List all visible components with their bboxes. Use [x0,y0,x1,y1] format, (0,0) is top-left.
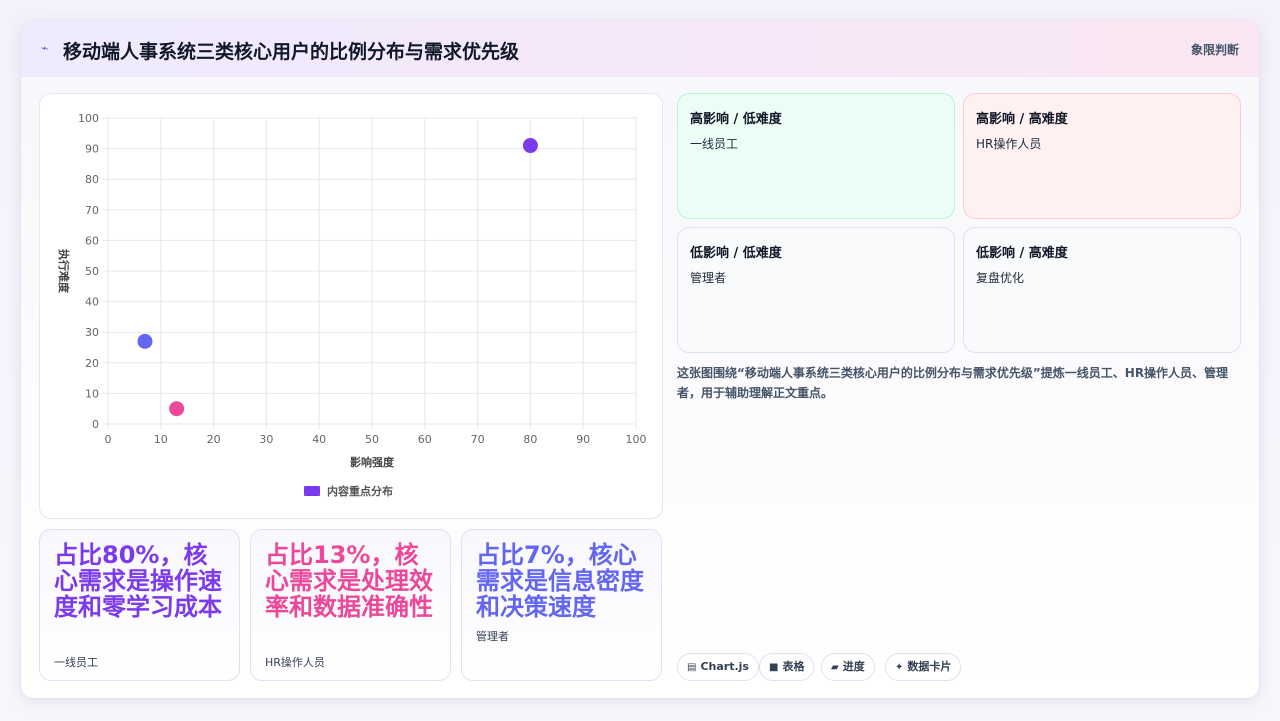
chip-label: Chart.js [700,660,749,673]
quadrant-item: 一线员工 [690,137,739,151]
y-tick-label: 50 [85,265,99,278]
y-tick-label: 20 [85,357,99,370]
chip-label: 进度 [842,660,865,673]
legend-label: 内容重点分布 [327,484,393,498]
stat-user: 管理者 [476,630,509,643]
stat-headline: 占比13%，核心需求是处理效率和数据准确性 [265,541,433,621]
stat-headline: 占比7%，核心需求是信息密度和决策速度 [476,541,644,621]
sparkle-icon: ✦ [895,662,904,673]
quadrant-title: 高影响 / 高难度 [976,112,1068,127]
chip-label: 表格 [782,660,805,673]
bolt-icon: ⌁ [41,41,49,55]
y-tick-label: 100 [78,112,99,125]
x-tick-label: 80 [523,433,537,446]
stat-card-hr: 占比13%，核心需求是处理效率和数据准确性 HR操作人员 [250,529,451,681]
quadrant-high-impact-high-difficulty: 高影响 / 高难度 HR操作人员 [963,93,1241,219]
y-tick-label: 60 [85,234,99,247]
data-point [522,138,538,154]
x-tick-label: 20 [207,433,221,446]
quadrant-low-impact-low-difficulty: 低影响 / 低难度 管理者 [677,227,955,353]
quadrant-low-impact-high-difficulty: 低影响 / 高难度 复盘优化 [963,227,1241,353]
quadrant-title: 高影响 / 低难度 [690,112,782,127]
progress-icon: ▰ [831,662,839,673]
legend-swatch [304,486,320,496]
stat-card-frontline: 占比80%，核心需求是操作速度和零学习成本 一线员工 [39,529,240,681]
chip-progress[interactable]: ▰ 进度 [821,653,875,681]
y-tick-label: 40 [85,296,99,309]
chart-description: 这张图围绕“移动端人事系统三类核心用户的比例分布与需求优先级”提炼一线员工、HR… [677,366,1229,400]
chip-table[interactable]: ■ 表格 [759,653,815,681]
stat-user: 一线员工 [54,656,98,669]
y-tick-label: 70 [85,204,99,217]
chip-data-card[interactable]: ✦ 数据卡片 [885,653,962,681]
table-icon: ■ [769,662,779,673]
quadrant-item: 复盘优化 [976,271,1025,285]
quadrant-high-impact-low-difficulty: 高影响 / 低难度 一线员工 [677,93,955,219]
header-bar: ⌁ 移动端人事系统三类核心用户的比例分布与需求优先级 象限判断 [21,21,1259,77]
stat-headline: 占比80%，核心需求是操作速度和零学习成本 [54,541,222,621]
y-tick-label: 90 [85,143,99,156]
y-tick-label: 30 [85,326,99,339]
x-axis-label: 影响强度 [350,455,395,469]
y-tick-label: 80 [85,173,99,186]
quadrant-title: 低影响 / 高难度 [976,246,1068,261]
scatter-chart: 0 10 20 30 40 50 60 70 80 90 100 0 10 20 30 40 50 60 70 80 9… [57,112,647,498]
x-tick-label: 40 [312,433,326,446]
chip-label: 数据卡片 [907,660,952,673]
page-title: 移动端人事系统三类核心用户的比例分布与需求优先级 [63,41,520,63]
report-frame: ⌁ 移动端人事系统三类核心用户的比例分布与需求优先级 象限判断 0 10 20 30 4… [20,20,1260,699]
y-tick-label: 0 [92,418,99,431]
x-tick-label: 60 [418,433,432,446]
x-tick-label: 70 [471,433,485,446]
quadrant-item: 管理者 [690,271,727,285]
x-tick-label: 100 [626,433,647,446]
quadrant-title: 低影响 / 低难度 [690,246,782,261]
quadrant-item: HR操作人员 [976,137,1042,151]
stat-card-manager: 占比7%，核心需求是信息密度和决策速度 管理者 [461,529,662,681]
x-tick-label: 10 [154,433,168,446]
x-tick-label: 30 [259,433,273,446]
data-point [137,333,153,349]
chip-chartjs[interactable]: ▤ Chart.js [677,653,759,681]
chart-icon: ▤ [687,662,697,673]
x-tick-label: 0 [105,433,112,446]
stat-user: HR操作人员 [265,656,325,669]
header-tag: 象限判断 [1190,43,1239,57]
scatter-chart-card: 0 10 20 30 40 50 60 70 80 90 100 0 10 20 30 40 50 60 70 80 9… [39,93,663,519]
y-axis-label: 执行难度 [57,249,71,294]
y-tick-label: 10 [85,387,99,400]
data-point [169,401,185,417]
x-tick-label: 50 [365,433,379,446]
x-tick-label: 90 [576,433,590,446]
